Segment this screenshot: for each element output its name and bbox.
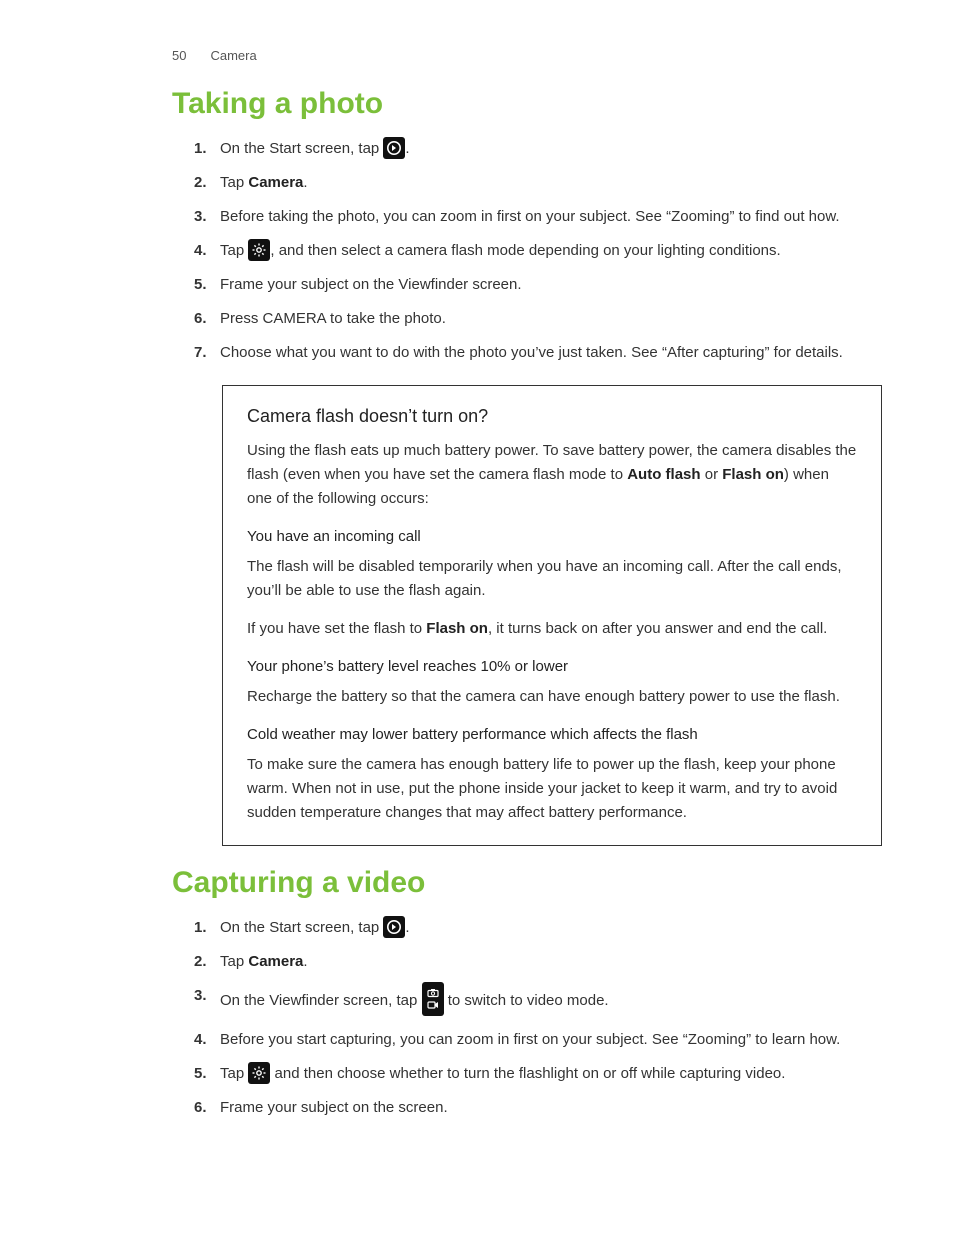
info-title: Camera flash doesn’t turn on? <box>247 406 857 427</box>
info-intro: Using the flash eats up much battery pow… <box>247 439 857 511</box>
gear-icon <box>248 239 270 261</box>
info-para: The flash will be disabled temporarily w… <box>247 555 857 603</box>
list-item: On the Viewfinder screen, tap to switch … <box>198 984 882 1018</box>
text: Tap <box>220 1065 248 1082</box>
gear-icon <box>248 1062 270 1084</box>
list-item: Frame your subject on the screen. <box>198 1096 882 1120</box>
list-item: Press CAMERA to take the photo. <box>198 307 882 331</box>
text: If you have set the flash to <box>247 620 426 637</box>
list-item: Before you start capturing, you can zoom… <box>198 1028 882 1052</box>
text: Tap <box>220 242 248 259</box>
info-subhead: You have an incoming call <box>247 525 857 549</box>
document-page: 50 Camera Taking a photo On the Start sc… <box>0 0 954 1235</box>
text: . <box>405 140 409 157</box>
text-bold: Camera <box>248 174 303 191</box>
text: , it turns back on after you answer and … <box>488 620 827 637</box>
text: On the Start screen, tap <box>220 919 383 936</box>
text: . <box>405 919 409 936</box>
heading-capturing-video: Capturing a video <box>172 866 882 900</box>
list-item: Choose what you want to do with the phot… <box>198 341 882 365</box>
info-subhead: Cold weather may lower battery performan… <box>247 723 857 747</box>
list-item: Frame your subject on the Viewfinder scr… <box>198 273 882 297</box>
list-item: On the Start screen, tap . <box>198 916 882 940</box>
arrow-right-circle-icon <box>383 916 405 938</box>
text: or <box>701 466 723 483</box>
text-bold: Flash on <box>722 466 784 483</box>
text: . <box>303 953 307 970</box>
video-steps-list: On the Start screen, tap . Tap Camera. O… <box>198 916 882 1120</box>
list-item: Before taking the photo, you can zoom in… <box>198 205 882 229</box>
text: to switch to video mode. <box>448 992 609 1009</box>
info-para: To make sure the camera has enough batte… <box>247 753 857 825</box>
text: . <box>303 174 307 191</box>
camera-video-toggle-icon <box>422 982 444 1016</box>
list-item: Tap and then choose whether to turn the … <box>198 1062 882 1086</box>
arrow-right-circle-icon <box>383 137 405 159</box>
list-item: Tap , and then select a camera flash mod… <box>198 239 882 263</box>
info-para: If you have set the flash to Flash on, i… <box>247 617 857 641</box>
text: On the Start screen, tap <box>220 140 383 157</box>
text: On the Viewfinder screen, tap <box>220 992 422 1009</box>
text-bold: Auto flash <box>627 466 700 483</box>
text: , and then select a camera flash mode de… <box>270 242 780 259</box>
page-number: 50 <box>172 48 186 63</box>
list-item: On the Start screen, tap . <box>198 137 882 161</box>
text: and then choose whether to turn the flas… <box>275 1065 786 1082</box>
info-para: Recharge the battery so that the camera … <box>247 685 857 709</box>
section-name: Camera <box>210 48 256 63</box>
text: Tap <box>220 174 248 191</box>
text-bold: Camera <box>248 953 303 970</box>
text: Tap <box>220 953 248 970</box>
list-item: Tap Camera. <box>198 171 882 195</box>
text-bold: Flash on <box>426 620 488 637</box>
photo-steps-list: On the Start screen, tap . Tap Camera. B… <box>198 137 882 365</box>
info-box-flash: Camera flash doesn’t turn on? Using the … <box>222 385 882 846</box>
list-item: Tap Camera. <box>198 950 882 974</box>
page-header: 50 Camera <box>72 48 882 63</box>
info-subhead: Your phone’s battery level reaches 10% o… <box>247 655 857 679</box>
heading-taking-photo: Taking a photo <box>172 87 882 121</box>
